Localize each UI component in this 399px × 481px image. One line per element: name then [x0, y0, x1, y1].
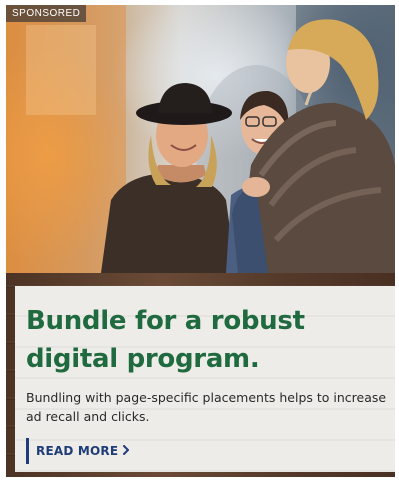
read-more-label: READ MORE	[36, 444, 119, 458]
sponsored-badge: SPONSORED	[6, 5, 87, 22]
chevron-right-icon	[122, 442, 130, 460]
sponsored-ad[interactable]: SPONSORED Bundle for a robust digital pr…	[6, 5, 395, 477]
ad-content-card: Bundle for a robust digital program. Bun…	[15, 286, 395, 472]
cta-accent-bar	[26, 438, 29, 464]
friends-photo-illustration	[6, 5, 395, 273]
ad-description: Bundling with page-specific placements h…	[26, 390, 387, 424]
read-more-link[interactable]: READ MORE	[26, 438, 130, 464]
ad-photo[interactable]: SPONSORED	[6, 5, 395, 273]
ad-headline[interactable]: Bundle for a robust digital program.	[26, 302, 386, 378]
